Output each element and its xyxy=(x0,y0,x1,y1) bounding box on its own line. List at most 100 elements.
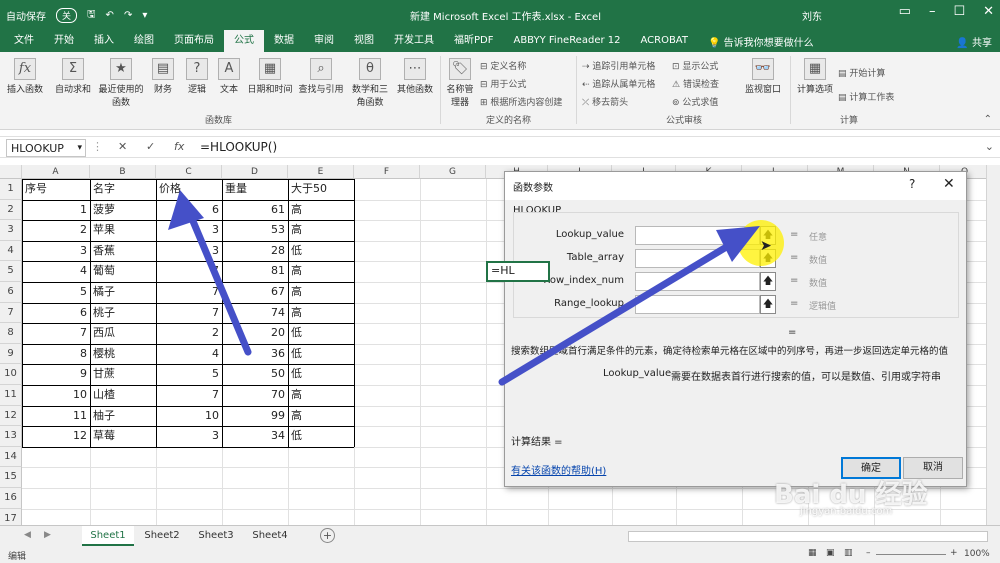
header-cell[interactable]: 价格 xyxy=(156,179,222,200)
row-header[interactable]: 13 xyxy=(0,426,22,447)
tab-foxit-pdf[interactable]: 福昕PDF xyxy=(444,30,503,52)
tab-insert[interactable]: 插入 xyxy=(84,30,124,52)
table-cell[interactable]: 低 xyxy=(288,364,354,385)
share-button[interactable]: 👤 共享 xyxy=(956,34,992,49)
scroll-right-icon[interactable]: ▶ xyxy=(44,530,51,540)
remove-arrows-button[interactable]: ⤫ 移去箭头 xyxy=(582,95,628,108)
column-header[interactable]: G xyxy=(420,165,486,179)
table-cell[interactable]: 高 xyxy=(288,406,354,427)
column-header[interactable]: A xyxy=(22,165,90,179)
page-layout-view-icon[interactable]: ▣ xyxy=(826,548,835,558)
table-cell[interactable]: 樱桃 xyxy=(90,344,156,365)
help-icon[interactable]: ? xyxy=(909,177,915,191)
row-header[interactable]: 4 xyxy=(0,240,22,262)
scroll-left-icon[interactable]: ◀ xyxy=(24,530,31,540)
table-cell[interactable]: 高 xyxy=(288,220,354,241)
table-cell[interactable]: 81 xyxy=(222,261,288,282)
table-cell[interactable]: 葡萄 xyxy=(90,261,156,282)
normal-view-icon[interactable]: ▦ xyxy=(808,548,817,558)
row-header[interactable]: 5 xyxy=(0,261,22,282)
table-cell[interactable]: 67 xyxy=(222,282,288,303)
table-cell[interactable]: 3 xyxy=(156,426,222,447)
table-cell[interactable]: 50 xyxy=(222,364,288,385)
row-header[interactable]: 9 xyxy=(0,343,22,365)
show-formulas-button[interactable]: ⊡ 显示公式 xyxy=(672,59,718,72)
use-in-formula-button[interactable]: ⊟ 用于公式 xyxy=(480,77,526,90)
minimize-icon[interactable]: – xyxy=(929,4,936,19)
table-cell[interactable]: 7 xyxy=(156,261,222,282)
table-cell[interactable]: 2 xyxy=(156,323,222,344)
expand-formula-icon[interactable]: ⌄ xyxy=(985,140,994,153)
autosum-button[interactable]: Σ 自动求和 xyxy=(52,58,94,95)
table-cell[interactable]: 低 xyxy=(288,323,354,344)
table-cell[interactable]: 低 xyxy=(288,426,354,447)
financial-button[interactable]: ▤ 财务 xyxy=(148,58,178,95)
calc-options-button[interactable]: ▦ 计算选项 xyxy=(794,58,836,95)
table-cell[interactable]: 61 xyxy=(222,200,288,221)
tab-abbyy[interactable]: ABBYY FineReader 12 xyxy=(503,30,630,52)
error-check-button[interactable]: ⚠ 错误检查 xyxy=(672,77,719,90)
header-cell[interactable]: 重量 xyxy=(222,179,288,200)
table-cell[interactable]: 苹果 xyxy=(90,220,156,241)
table-cell[interactable]: 12 xyxy=(22,426,90,447)
header-cell[interactable]: 序号 xyxy=(22,179,90,200)
row-header[interactable]: 2 xyxy=(0,199,22,221)
active-cell[interactable]: =HL xyxy=(486,261,550,282)
table-cell[interactable]: 5 xyxy=(22,282,90,303)
table-cell[interactable]: 3 xyxy=(156,220,222,241)
table-cell[interactable]: 10 xyxy=(22,385,90,406)
zoom-slider[interactable] xyxy=(876,554,946,555)
table-cell[interactable]: 70 xyxy=(222,385,288,406)
watch-window-button[interactable]: 👓 监视窗口 xyxy=(742,58,784,95)
row-header[interactable]: 3 xyxy=(0,220,22,241)
row-header[interactable]: 11 xyxy=(0,385,22,406)
collapse-ribbon-icon[interactable]: ⌃ xyxy=(984,114,992,125)
tab-formulas[interactable]: 公式 xyxy=(224,30,264,52)
sheet-tab-4[interactable]: Sheet4 xyxy=(244,526,296,546)
table-cell[interactable]: 低 xyxy=(288,241,354,262)
customize-icon[interactable]: ▾ xyxy=(142,10,147,21)
range-lookup-input[interactable] xyxy=(635,295,760,314)
table-cell[interactable]: 高 xyxy=(288,303,354,324)
table-cell[interactable]: 7 xyxy=(156,385,222,406)
table-cell[interactable]: 10 xyxy=(156,406,222,427)
row-header[interactable]: 8 xyxy=(0,323,22,344)
zoom-out-icon[interactable]: – xyxy=(866,548,871,558)
datetime-button[interactable]: ▦ 日期和时间 xyxy=(246,58,294,95)
collapse-dialog-icon[interactable]: 🡅 xyxy=(760,272,776,291)
sheet-tab-1[interactable]: Sheet1 xyxy=(82,526,134,546)
header-cell[interactable]: 大于50 xyxy=(288,179,354,200)
table-cell[interactable]: 2 xyxy=(22,220,90,241)
column-header[interactable]: C xyxy=(156,165,222,179)
select-all-corner[interactable] xyxy=(0,165,22,179)
table-cell[interactable]: 香蕉 xyxy=(90,241,156,262)
table-cell[interactable]: 低 xyxy=(288,344,354,365)
logical-button[interactable]: ? 逻辑 xyxy=(182,58,212,95)
tab-developer[interactable]: 开发工具 xyxy=(384,30,444,52)
table-cell[interactable]: 4 xyxy=(156,344,222,365)
row-header[interactable]: 14 xyxy=(0,446,22,468)
tab-home[interactable]: 开始 xyxy=(44,30,84,52)
column-header[interactable]: B xyxy=(90,165,156,179)
table-cell[interactable]: 4 xyxy=(22,261,90,282)
redo-icon[interactable]: ↷ xyxy=(124,10,132,21)
row-header[interactable]: 7 xyxy=(0,302,22,324)
save-icon[interactable]: 🖫 xyxy=(87,7,96,24)
zoom-level[interactable]: 100% xyxy=(964,549,990,559)
table-cell[interactable]: 西瓜 xyxy=(90,323,156,344)
table-cell[interactable]: 99 xyxy=(222,406,288,427)
function-help-link[interactable]: 有关该函数的帮助(H) xyxy=(511,462,606,477)
column-header[interactable]: F xyxy=(354,165,420,179)
evaluate-formula-button[interactable]: ⊚ 公式求值 xyxy=(672,95,718,108)
row-header[interactable]: 1 xyxy=(0,179,22,200)
table-cell[interactable]: 6 xyxy=(22,303,90,324)
collapse-dialog-icon[interactable]: 🡅 xyxy=(760,295,776,314)
table-cell[interactable]: 柚子 xyxy=(90,406,156,427)
undo-icon[interactable]: ↶ xyxy=(106,10,114,21)
table-cell[interactable]: 高 xyxy=(288,261,354,282)
table-cell[interactable]: 7 xyxy=(156,303,222,324)
table-cell[interactable]: 草莓 xyxy=(90,426,156,447)
header-cell[interactable]: 名字 xyxy=(90,179,156,200)
name-box-dropdown-icon[interactable]: ▾ xyxy=(77,141,82,156)
trace-dependents-button[interactable]: ⇠ 追踪从属单元格 xyxy=(582,77,655,90)
